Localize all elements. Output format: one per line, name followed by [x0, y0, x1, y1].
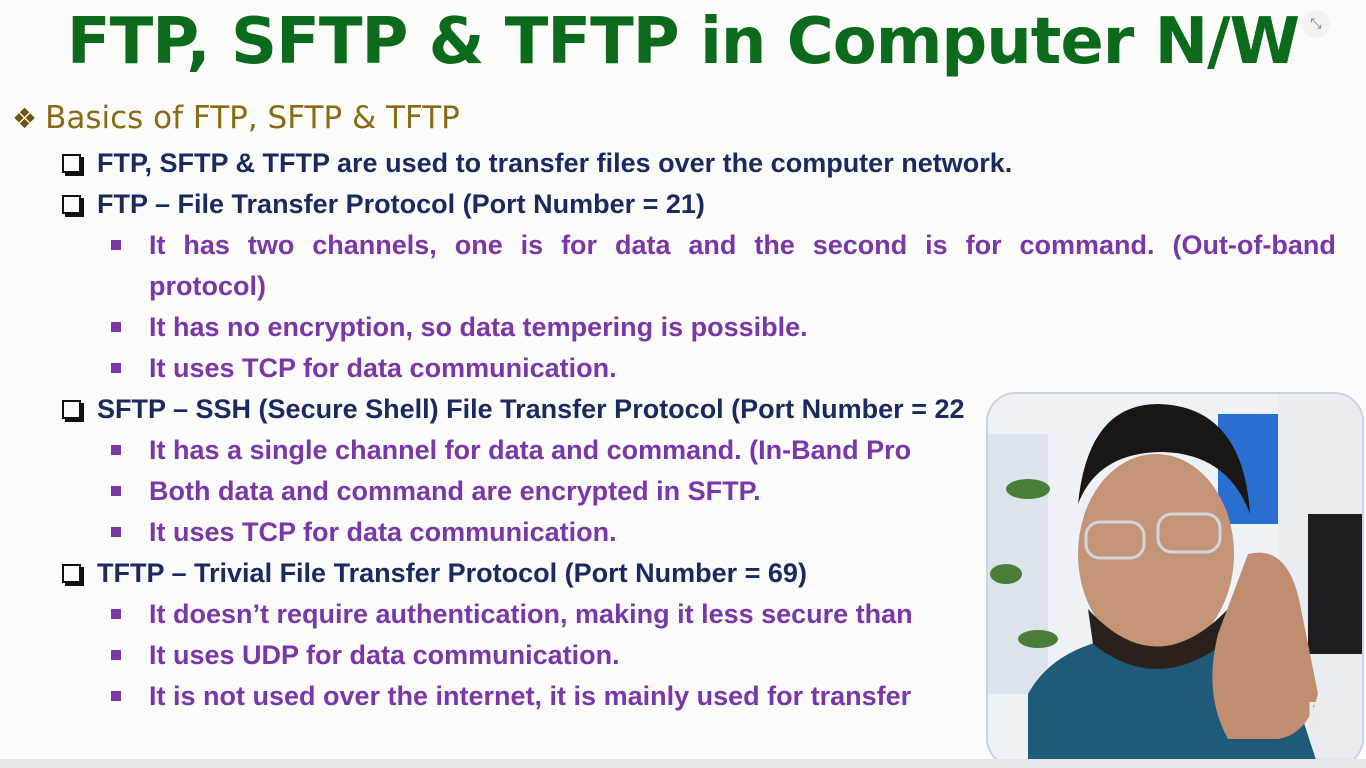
- checkbox-square-icon: [62, 563, 81, 583]
- point-3-bullet-1: It has a single channel for data and com…: [111, 430, 912, 470]
- point-3-text: SFTP – SSH (Secure Shell) File Transfer …: [97, 394, 965, 424]
- section-heading: ❖ Basics of FTP, SFTP & TFTP: [12, 98, 460, 138]
- checkbox-square-icon: [62, 153, 81, 173]
- word: is: [520, 230, 544, 260]
- square-bullet-icon: [111, 609, 121, 619]
- collapse-arrows-icon: ⤡: [1310, 16, 1322, 32]
- square-bullet-icon: [111, 445, 121, 455]
- point-1: FTP, SFTP & TFTP are used to transfer fi…: [62, 143, 1012, 183]
- word: (Out-of-band: [1172, 230, 1336, 260]
- exit-fullscreen-button[interactable]: ⤡: [1302, 10, 1330, 38]
- point-3-bullet-2: Both data and command are encrypted in S…: [111, 471, 761, 511]
- point-2-bullet-1-continued: protocol): [149, 271, 266, 301]
- point-3: SFTP – SSH (Secure Shell) File Transfer …: [62, 389, 965, 429]
- page-title: FTP, SFTP & TFTP in Computer N/W: [66, 5, 1300, 79]
- diamond-bullet-icon: ❖: [12, 101, 38, 135]
- point-2-bullet-3-text: It uses TCP for data communication.: [149, 353, 617, 383]
- word: channels,: [312, 230, 437, 260]
- point-4-bullet-2: It uses UDP for data communication.: [111, 635, 620, 675]
- point-4: TFTP – Trivial File Transfer Protocol (P…: [62, 553, 807, 593]
- point-2-text: FTP – File Transfer Protocol (Port Numbe…: [97, 189, 705, 219]
- point-4-bullet-1: It doesn’t require authentication, makin…: [111, 594, 913, 634]
- word: command.: [1019, 230, 1155, 260]
- word: the: [754, 230, 795, 260]
- word: is: [925, 230, 948, 260]
- square-bullet-icon: [111, 240, 121, 250]
- point-4-bullet-3-text: It is not used over the internet, it is …: [149, 681, 912, 711]
- point-2: FTP – File Transfer Protocol (Port Numbe…: [62, 184, 705, 224]
- webcam-overlay: E: [986, 392, 1364, 768]
- square-bullet-icon: [111, 363, 121, 373]
- point-3-bullet-3-text: It uses TCP for data communication.: [149, 517, 617, 547]
- checkbox-square-icon: [62, 399, 81, 419]
- word: for: [561, 230, 598, 260]
- square-bullet-icon: [111, 322, 121, 332]
- square-bullet-icon: [111, 691, 121, 701]
- word: two: [247, 230, 295, 260]
- word: and: [688, 230, 737, 260]
- checkbox-square-icon: [62, 194, 81, 214]
- point-2-bullet-1: It has two channels, one is for data and the secon…: [111, 225, 1336, 265]
- word: for: [965, 230, 1002, 260]
- section-heading-text: Basics of FTP, SFTP & TFTP: [45, 100, 460, 136]
- point-4-bullet-2-text: It uses UDP for data communication.: [149, 640, 620, 670]
- point-2-bullet-2: It has no encryption, so data tempering …: [111, 307, 808, 347]
- word: It: [149, 230, 166, 260]
- square-bullet-icon: [111, 486, 121, 496]
- point-4-text: TFTP – Trivial File Transfer Protocol (P…: [97, 558, 807, 588]
- point-2-bullet-1-text: It has two channels, one is for data and the secon…: [149, 225, 1336, 265]
- point-4-bullet-1-text: It doesn’t require authentication, makin…: [149, 599, 913, 629]
- word: has: [183, 230, 230, 260]
- point-3-bullet-2-text: Both data and command are encrypted in S…: [149, 476, 761, 506]
- point-3-bullet-3: It uses TCP for data communication.: [111, 512, 617, 552]
- word: one: [454, 230, 503, 260]
- square-bullet-icon: [111, 650, 121, 660]
- point-4-bullet-3: It is not used over the internet, it is …: [111, 676, 912, 716]
- point-2-bullet-2-text: It has no encryption, so data tempering …: [149, 312, 808, 342]
- word: data: [614, 230, 671, 260]
- bottom-progress-area: [0, 759, 1366, 768]
- channel-logo: E: [1306, 696, 1329, 737]
- point-1-text: FTP, SFTP & TFTP are used to transfer fi…: [97, 148, 1013, 178]
- square-bullet-icon: [111, 527, 121, 537]
- point-3-bullet-1-text: It has a single channel for data and com…: [149, 435, 912, 465]
- word: second: [812, 230, 908, 260]
- point-2-bullet-3: It uses TCP for data communication.: [111, 348, 617, 388]
